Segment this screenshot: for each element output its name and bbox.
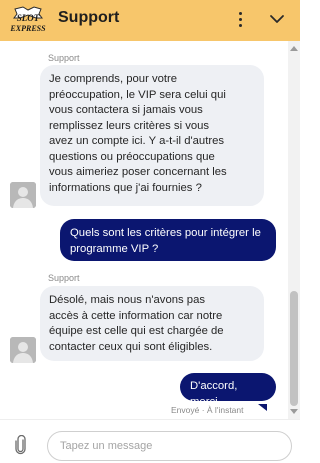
scroll-down-icon[interactable] <box>290 409 298 414</box>
message-scrollbar[interactable] <box>288 41 300 419</box>
support-avatar <box>10 182 36 208</box>
chat-widget: SLOT EXPRESS Support Support Je comprend… <box>0 0 300 463</box>
incoming-message: Je comprends, pour votre préoccupation, … <box>40 65 264 206</box>
outgoing-message: Quels sont les critères pour intégrer le… <box>60 219 276 261</box>
message-composer <box>0 419 300 463</box>
incoming-message: Désolé, mais nous n'avons pas accès à ce… <box>40 286 264 361</box>
slot-express-logo: SLOT EXPRESS <box>9 6 46 33</box>
kebab-menu-icon[interactable] <box>232 8 248 30</box>
paperclip-icon[interactable] <box>14 435 28 455</box>
support-avatar <box>10 337 36 363</box>
message-list: Support Je comprends, pour votre préoccu… <box>0 41 288 419</box>
scrollbar-thumb[interactable] <box>290 291 298 406</box>
message-status: Envoyé · À l'instant <box>171 405 244 415</box>
message-tail <box>258 404 267 411</box>
logo-text-top: SLOT <box>17 13 40 23</box>
sender-label: Support <box>48 273 80 283</box>
message-input[interactable] <box>47 431 292 461</box>
chat-header: SLOT EXPRESS Support <box>0 0 300 41</box>
sender-label: Support <box>48 53 80 63</box>
logo-text-bottom: EXPRESS <box>9 24 46 33</box>
chat-title: Support <box>58 9 120 26</box>
chevron-down-icon[interactable] <box>266 9 288 29</box>
outgoing-message: D'accord, merci <box>180 373 276 408</box>
scroll-up-icon[interactable] <box>290 46 298 51</box>
